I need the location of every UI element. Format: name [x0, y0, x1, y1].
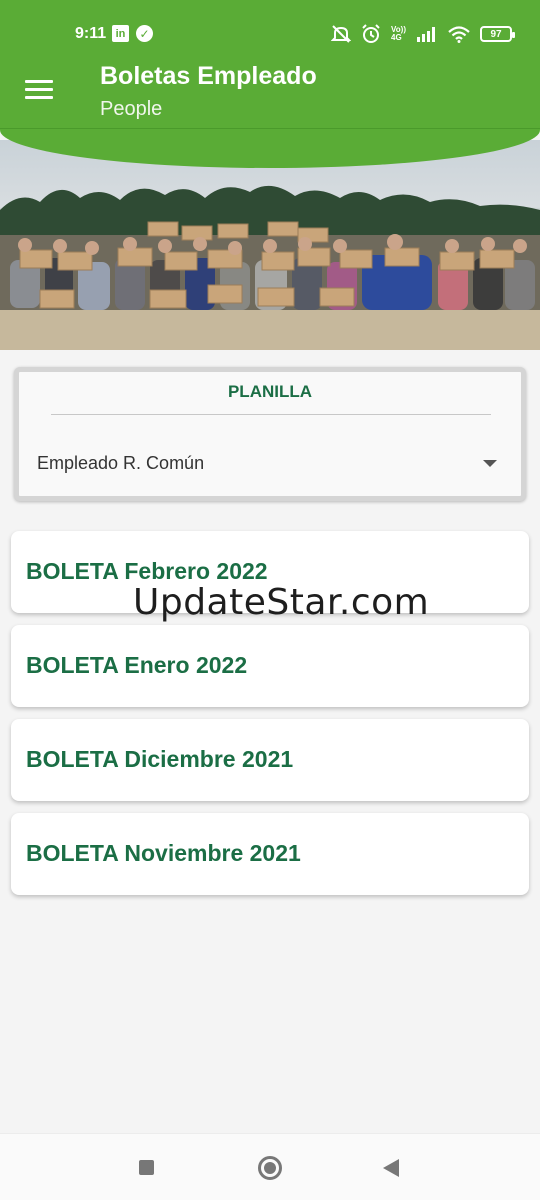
boleta-label: BOLETA Noviembre 2021	[26, 840, 301, 866]
hamburger-menu-icon[interactable]	[25, 80, 53, 100]
planilla-select[interactable]: Empleado R. Común	[37, 448, 497, 478]
app-header: 9:11 in ✓ Vo)) 4G 97 Boletas Empleado Pe…	[0, 0, 540, 168]
boleta-label: BOLETA Enero 2022	[26, 652, 248, 678]
status-bar: 9:11 in ✓ Vo)) 4G 97	[0, 18, 540, 52]
boleta-item[interactable]: BOLETA Enero 2022	[11, 625, 529, 707]
home-circle-icon[interactable]	[258, 1156, 282, 1180]
battery-icon: 97	[480, 26, 515, 42]
group-photo-image	[0, 140, 540, 350]
mute-icon	[331, 25, 352, 43]
system-nav-bar	[0, 1133, 540, 1200]
page-subtitle: People	[100, 98, 163, 120]
dropdown-arrow-icon	[483, 460, 497, 467]
group-photo-illustration	[0, 185, 540, 350]
recents-square-icon[interactable]	[139, 1160, 154, 1175]
planilla-select-value: Empleado R. Común	[37, 453, 205, 473]
planilla-card: PLANILLA Empleado R. Común	[14, 367, 526, 501]
signal-icon	[417, 27, 435, 42]
status-time: 9:11	[75, 25, 107, 42]
back-triangle-icon[interactable]	[383, 1159, 399, 1177]
boleta-item[interactable]: BOLETA Noviembre 2021	[11, 813, 529, 895]
wifi-icon	[448, 25, 470, 43]
boleta-label: BOLETA Diciembre 2021	[26, 746, 294, 772]
planilla-divider	[51, 414, 491, 415]
volte-icon: Vo)) 4G	[391, 25, 406, 42]
linkedin-icon: in	[112, 25, 129, 42]
header-divider	[0, 128, 540, 129]
alarm-icon	[362, 24, 380, 43]
status-icons: Vo)) 4G 97	[331, 24, 515, 44]
planilla-title: PLANILLA	[227, 382, 313, 401]
boleta-label: BOLETA Febrero 2022	[26, 558, 268, 584]
page-title: Boletas Empleado	[100, 62, 317, 90]
check-circle-icon: ✓	[136, 25, 153, 42]
watermark: UpdateStar.com	[133, 582, 430, 623]
boleta-item[interactable]: BOLETA Diciembre 2021	[11, 719, 529, 801]
